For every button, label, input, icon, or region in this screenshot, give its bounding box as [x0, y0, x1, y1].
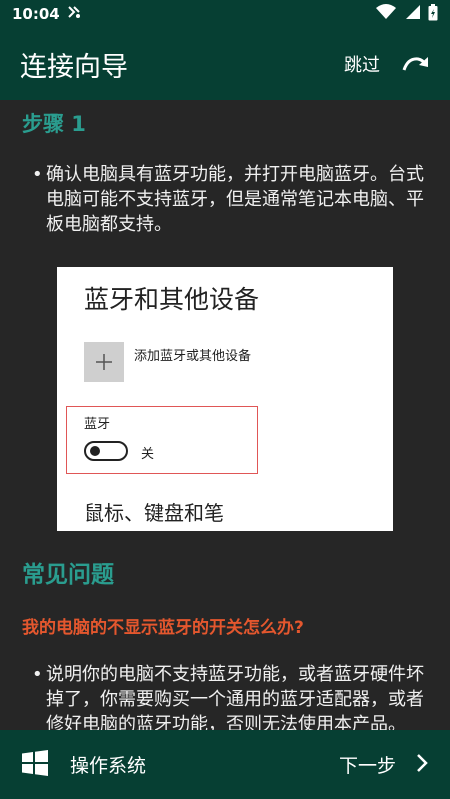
bottom-bar: 操作系统 下一步 [0, 730, 450, 799]
os-selector[interactable]: 操作系统 [70, 751, 146, 778]
faq-answer: 说明你的电脑不支持蓝牙功能，或者蓝牙硬件坏掉了，你需要购买一个通用的蓝牙适配器，… [46, 664, 424, 730]
app-bar: 连接向导 跳过 [0, 28, 450, 100]
toggle-state: 关 [141, 447, 155, 462]
mouse-keyboard-label: 鼠标、键盘和笔 [84, 501, 224, 525]
chevron-right-icon[interactable] [416, 753, 428, 777]
skip-button[interactable]: 跳过 [344, 51, 380, 77]
step-instruction: 确认电脑具有蓝牙功能，并打开电脑蓝牙。台式电脑可能不支持蓝牙，但是通常笔记本电脑… [46, 164, 424, 235]
status-bar: 10:04 [0, 0, 450, 28]
signal-icon [404, 4, 420, 24]
bluetooth-toggle [84, 441, 128, 461]
list-item: • 确认电脑具有蓝牙功能，并打开电脑蓝牙。台式电脑可能不支持蓝牙，但是通常笔记本… [22, 162, 428, 237]
bluetooth-settings-screenshot: 蓝牙和其他设备 添加蓝牙或其他设备 蓝牙 关 鼠标、键盘和笔 [57, 267, 393, 531]
step-title: 步骤 1 [22, 112, 86, 136]
next-button[interactable]: 下一步 [339, 751, 396, 778]
notification-icon [66, 4, 82, 24]
wifi-icon [376, 4, 396, 24]
faq-question: 我的电脑的不显示蓝牙的开关怎么办? [22, 618, 304, 638]
battery-icon [428, 3, 438, 25]
content-scroll[interactable]: 步骤 1 • 确认电脑具有蓝牙功能，并打开电脑蓝牙。台式电脑可能不支持蓝牙，但是… [0, 100, 450, 730]
add-device-label: 添加蓝牙或其他设备 [134, 349, 252, 364]
faq-title: 常见问题 [22, 562, 114, 588]
screenshot-heading: 蓝牙和其他设备 [84, 285, 260, 314]
page-title: 连接向导 [20, 51, 128, 83]
status-time: 10:04 [12, 5, 60, 23]
plus-icon [84, 342, 124, 382]
windows-icon[interactable] [22, 749, 48, 780]
list-item: • 说明你的电脑不支持蓝牙功能，或者蓝牙硬件坏掉了，你需要购买一个通用的蓝牙适配… [22, 662, 428, 730]
bluetooth-label: 蓝牙 [84, 417, 111, 432]
redo-icon[interactable] [402, 52, 430, 76]
